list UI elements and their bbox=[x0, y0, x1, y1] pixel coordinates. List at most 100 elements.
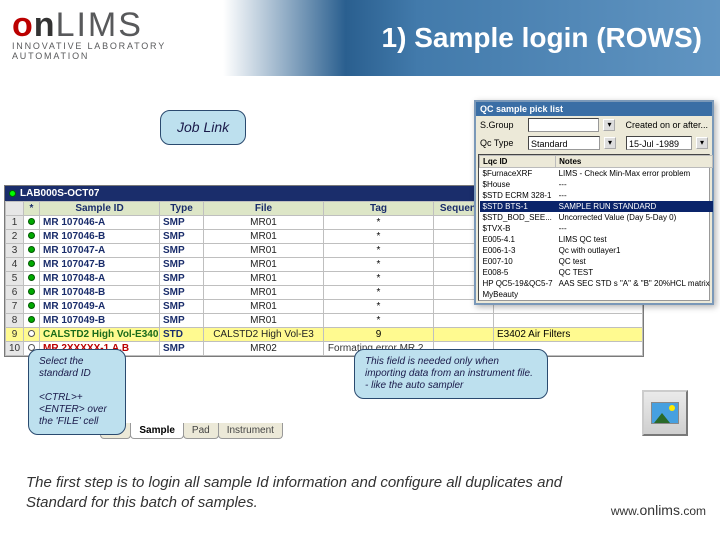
picklist-row[interactable]: E007-10QC test bbox=[480, 256, 713, 267]
col-sample-id[interactable]: Sample ID bbox=[40, 202, 160, 216]
dropdown-icon[interactable]: ▾ bbox=[603, 119, 615, 131]
cell-sequence[interactable] bbox=[434, 314, 494, 328]
cell-file[interactable]: MR01 bbox=[204, 300, 324, 314]
cell-status bbox=[24, 216, 40, 230]
picklist-row[interactable]: $TVX-B--- bbox=[480, 223, 713, 234]
col-star[interactable]: * bbox=[24, 202, 40, 216]
cell-status bbox=[24, 328, 40, 342]
cell-status bbox=[24, 230, 40, 244]
cell-type[interactable]: SMP bbox=[160, 314, 204, 328]
cell-tag[interactable]: * bbox=[324, 272, 434, 286]
tab-pad[interactable]: Pad bbox=[183, 423, 219, 439]
cell-file[interactable]: MR01 bbox=[204, 258, 324, 272]
picklist-row[interactable]: E008-5QC TEST bbox=[480, 267, 713, 278]
cell-sample-id[interactable]: MR 107048-B bbox=[40, 286, 160, 300]
cell-extra[interactable]: E3402 Air Filters bbox=[494, 328, 643, 342]
cell-sample-id[interactable]: MR 107049-B bbox=[40, 314, 160, 328]
cell-file[interactable]: MR02 bbox=[204, 342, 324, 356]
table-row[interactable]: 9 CALSTD2 High Vol-E340STDCALSTD2 High Vo… bbox=[6, 328, 643, 342]
cell-tag[interactable]: * bbox=[324, 244, 434, 258]
picklist-row[interactable]: MyBeauty bbox=[480, 289, 713, 300]
cell-rownum: 9 bbox=[6, 328, 24, 342]
cell-type[interactable]: SMP bbox=[160, 258, 204, 272]
cell-type[interactable]: SMP bbox=[160, 272, 204, 286]
cell-type[interactable]: SMP bbox=[160, 342, 204, 356]
cell-tag[interactable]: * bbox=[324, 216, 434, 230]
col-file[interactable]: File bbox=[204, 202, 324, 216]
picklist-row[interactable]: $STD BTS-1SAMPLE RUN STANDARD bbox=[480, 201, 713, 212]
cell-type[interactable]: SMP bbox=[160, 286, 204, 300]
col-tag[interactable]: Tag bbox=[324, 202, 434, 216]
cell-sample-id[interactable]: MR 107048-A bbox=[40, 272, 160, 286]
cell-file[interactable]: MR01 bbox=[204, 314, 324, 328]
qctype-input[interactable]: Standard bbox=[528, 136, 600, 150]
picklist-row[interactable]: $House--- bbox=[480, 179, 713, 190]
cell-sample-id[interactable]: MR 107046-B bbox=[40, 230, 160, 244]
cell-status bbox=[24, 258, 40, 272]
status-dot-icon bbox=[9, 190, 16, 197]
picklist-list[interactable]: Lqc ID Notes $FurnaceXRFLIMS - Check Min… bbox=[478, 154, 710, 301]
cell-file[interactable]: MR01 bbox=[204, 286, 324, 300]
cell-status bbox=[24, 314, 40, 328]
cell-file[interactable]: MR01 bbox=[204, 244, 324, 258]
cell-status bbox=[24, 300, 40, 314]
logo-tagline: INNOVATIVE LABORATORY AUTOMATION bbox=[12, 41, 242, 61]
picklist-col-notes[interactable]: Notes bbox=[556, 156, 713, 168]
table-row[interactable]: 8MR 107049-BSMPMR01* bbox=[6, 314, 643, 328]
picklist-row[interactable]: HP QC5-19&QC5-7AAS SEC STD s "A" & "B" 2… bbox=[480, 278, 713, 289]
picklist-row[interactable]: $STD ECRM 328-1--- bbox=[480, 190, 713, 201]
cell-type[interactable]: STD bbox=[160, 328, 204, 342]
picklist-row[interactable]: E006-1-3Qc with outlayer1 bbox=[480, 245, 713, 256]
tab-instrument[interactable]: Instrument bbox=[218, 423, 283, 439]
footer-url: www.onlims.com bbox=[611, 502, 706, 518]
cell-sample-id[interactable]: MR 107047-A bbox=[40, 244, 160, 258]
cell-tag[interactable]: * bbox=[324, 286, 434, 300]
cell-type[interactable]: SMP bbox=[160, 216, 204, 230]
cell-rownum: 10 bbox=[6, 342, 24, 356]
callout-import-note: This field is needed only when importing… bbox=[354, 349, 548, 399]
picklist-title: QC sample pick list bbox=[476, 102, 712, 116]
cell-sequence[interactable] bbox=[434, 328, 494, 342]
picklist-row[interactable]: E005-4.1LIMS QC test bbox=[480, 234, 713, 245]
created-date-input[interactable]: 15-Jul -1989 bbox=[626, 136, 692, 150]
cell-tag[interactable]: * bbox=[324, 300, 434, 314]
cell-tag[interactable]: * bbox=[324, 258, 434, 272]
cell-sample-id[interactable]: MR 107049-A bbox=[40, 300, 160, 314]
sgroup-input[interactable] bbox=[528, 118, 599, 132]
batch-id: LAB000S-OCT07 bbox=[20, 188, 99, 199]
cell-status bbox=[24, 286, 40, 300]
footer-text: The first step is to login all sample Id… bbox=[26, 473, 600, 512]
cell-status bbox=[24, 272, 40, 286]
callout-joblink: Job Link bbox=[160, 110, 246, 145]
cell-type[interactable]: SMP bbox=[160, 300, 204, 314]
picture-icon[interactable] bbox=[642, 390, 688, 436]
cell-type[interactable]: SMP bbox=[160, 244, 204, 258]
cell-sample-id[interactable]: MR 107047-B bbox=[40, 258, 160, 272]
logo-o-glyph: o bbox=[12, 6, 34, 45]
cell-file[interactable]: CALSTD2 High Vol-E3 bbox=[204, 328, 324, 342]
picklist-col-lqc[interactable]: Lqc ID bbox=[480, 156, 556, 168]
picklist-row[interactable]: $FurnaceXRFLIMS - Check Min-Max error pr… bbox=[480, 168, 713, 179]
cell-file[interactable]: MR01 bbox=[204, 272, 324, 286]
dropdown-icon[interactable]: ▾ bbox=[604, 137, 616, 149]
cell-tag[interactable]: * bbox=[324, 230, 434, 244]
dropdown-icon[interactable]: ▾ bbox=[696, 137, 708, 149]
cell-tag[interactable]: * bbox=[324, 314, 434, 328]
cell-file[interactable]: MR01 bbox=[204, 216, 324, 230]
cell-status bbox=[24, 244, 40, 258]
cell-sample-id[interactable]: MR 107046-A bbox=[40, 216, 160, 230]
qc-picklist-window[interactable]: QC sample pick list S.Group ▾ Created on… bbox=[474, 100, 714, 305]
cell-file[interactable]: MR01 bbox=[204, 230, 324, 244]
cell-extra[interactable] bbox=[494, 314, 643, 328]
cell-sample-id[interactable]: CALSTD2 High Vol-E340 bbox=[40, 328, 160, 342]
cell-type[interactable]: SMP bbox=[160, 230, 204, 244]
sgroup-label: S.Group bbox=[480, 120, 524, 130]
cell-rownum: 1 bbox=[6, 216, 24, 230]
page-title: 1) Sample login (ROWS) bbox=[382, 22, 702, 54]
col-type[interactable]: Type bbox=[160, 202, 204, 216]
cell-rownum: 4 bbox=[6, 258, 24, 272]
tab-sample[interactable]: Sample bbox=[130, 423, 184, 439]
cell-tag[interactable]: 9 bbox=[324, 328, 434, 342]
landscape-icon bbox=[651, 402, 679, 424]
picklist-row[interactable]: $STD_BOD_SEE...Uncorrected Value (Day 5-… bbox=[480, 212, 713, 223]
